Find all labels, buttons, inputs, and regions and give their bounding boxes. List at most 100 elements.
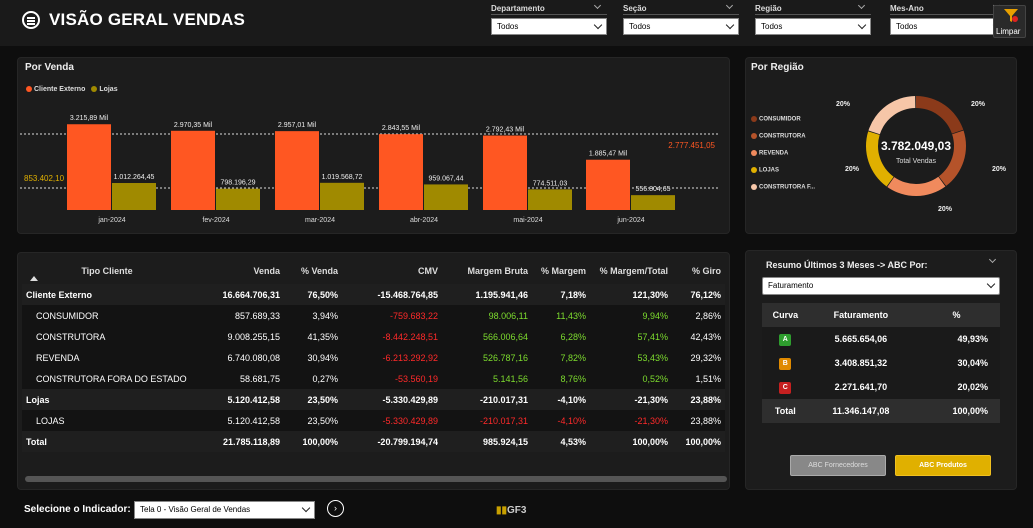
abc-pct-cell: 20,02%	[957, 382, 988, 392]
table-cell: 29,32%	[672, 347, 725, 368]
bar-value-label: 556.804,65	[635, 186, 670, 193]
abc-row[interactable]: B 3.408.851,32 30,04%	[762, 351, 1000, 375]
clear-filters-button[interactable]: Limpar	[993, 5, 1026, 38]
bar-lojas[interactable]	[528, 189, 572, 210]
region-legend-dot	[751, 116, 757, 122]
abc-title: Resumo Últimos 3 Meses -> ABC Por:	[766, 260, 928, 270]
abc-fornecedores-button[interactable]: ABC Fornecedores	[790, 455, 886, 476]
region-legend-item: CONSTRUTORA F...	[751, 184, 815, 201]
sales-bar-chart: 3.215,89 Mil 1.012.264,45 jan-2024 2.970,35…	[20, 115, 720, 224]
bar-lojas[interactable]	[320, 182, 364, 210]
table-header-row: Tipo Cliente Venda% Venda CMV Margem Bruta%…	[22, 258, 725, 284]
page-title: VISÃO GERAL VENDAS	[49, 10, 245, 29]
abc-total-value: 11.346.147,08	[832, 406, 890, 416]
table-cell: -20.799.194,74	[342, 431, 442, 452]
bar-externo[interactable]	[67, 124, 111, 210]
abc-table: Curva Faturamento% A 5.665.654,06 49,93% B 3.4…	[762, 303, 1000, 423]
table-row[interactable]: Total 21.785.118,89 100,00% -20.799.194,74 9…	[22, 431, 725, 452]
bar-lojas[interactable]	[631, 195, 675, 210]
bar-externo[interactable]	[586, 159, 630, 210]
next-circle-icon[interactable]: ›	[327, 500, 344, 517]
filter-label: Região	[755, 4, 782, 13]
region-legend-item: LOJAS	[751, 167, 815, 184]
horizontal-scrollbar[interactable]	[25, 476, 727, 482]
abc-value-cell: 2.271.641,70	[834, 382, 888, 392]
table-cell: 985.924,15	[442, 431, 532, 452]
table-cell: -210.017,31	[442, 410, 532, 431]
filter-divider	[755, 14, 871, 15]
table-cell: 21.785.118,89	[192, 431, 284, 452]
table-cell: 98.006,11	[442, 305, 532, 326]
column-header[interactable]: % Margem	[532, 258, 590, 284]
abc-total-row: Total 11.346.147,08 100,00%	[762, 399, 1000, 423]
table-cell: -4,10%	[532, 389, 590, 410]
menu-icon[interactable]	[22, 11, 40, 29]
sales-chart-title: Por Venda	[25, 62, 74, 73]
column-header[interactable]: % Margem/Total	[590, 258, 672, 284]
column-header[interactable]: % Venda	[284, 258, 342, 284]
bar-lojas[interactable]	[216, 188, 260, 210]
column-header[interactable]: Tipo Cliente	[22, 258, 192, 284]
x-axis-label: mar-2024	[305, 217, 335, 224]
table-cell: 9,94%	[590, 305, 672, 326]
table-cell: 23,88%	[672, 389, 725, 410]
abc-column-header: Curva	[772, 310, 799, 320]
region-legend-dot	[751, 167, 757, 173]
abc-pct-cell: 49,93%	[957, 334, 988, 344]
filter-select[interactable]: Todos	[755, 18, 871, 35]
region-legend-dot	[751, 150, 757, 156]
table-cell: 3,94%	[284, 305, 342, 326]
table-cell: 100,00%	[672, 431, 725, 452]
table-row[interactable]: LOJAS 5.120.412,58 23,50% -5.330.429,89 -210…	[22, 410, 725, 431]
abc-produtos-button[interactable]: ABC Produtos	[895, 455, 991, 476]
column-header[interactable]: Margem Bruta	[442, 258, 532, 284]
bar-value-label: 2.970,35 Mil	[174, 122, 213, 129]
table-row[interactable]: Cliente Externo 16.664.706,31 76,50% -15.46…	[22, 284, 725, 305]
curve-badge: A	[779, 333, 792, 346]
region-legend-label: LOJAS	[759, 167, 780, 174]
table-cell: 2,86%	[672, 305, 725, 326]
table-cell: 23,50%	[284, 410, 342, 431]
table-row[interactable]: Lojas 5.120.412,58 23,50% -5.330.429,89 -210…	[22, 389, 725, 410]
filter-select[interactable]: Todos	[890, 18, 1006, 35]
bar-externo[interactable]	[483, 135, 527, 210]
table-cell: -5.330.429,89	[342, 389, 442, 410]
region-legend-item: CONSTRUTORA	[751, 133, 815, 150]
bar-lojas[interactable]	[112, 183, 156, 210]
table-cell: 1,51%	[672, 368, 725, 389]
filter-select[interactable]: Todos	[491, 18, 607, 35]
table-row[interactable]: CONSTRUTORA FORA DO ESTADO 58.681,75 0,27%…	[22, 368, 725, 389]
abc-curve-cell: C	[762, 375, 809, 399]
table-row[interactable]: CONSTRUTORA 9.008.255,15 41,35% -8.442.248,…	[22, 326, 725, 347]
column-header[interactable]: CMV	[342, 258, 442, 284]
table-cell: -21,30%	[590, 389, 672, 410]
filter-divider	[623, 14, 739, 15]
bar-externo[interactable]	[379, 134, 423, 210]
abc-pct-cell: 30,04%	[957, 358, 988, 368]
bar-value-label: 2.957,01 Mil	[278, 122, 317, 129]
donut-slice[interactable]	[868, 96, 916, 135]
legend-label-lojas: Lojas	[99, 86, 118, 93]
table-cell: -6.213.292,92	[342, 347, 442, 368]
donut-slice[interactable]	[916, 96, 964, 134]
table-cell: 4,53%	[532, 431, 590, 452]
abc-row[interactable]: C 2.271.641,70 20,02%	[762, 375, 1000, 399]
table-cell: 9.008.255,15	[192, 326, 284, 347]
indicator-label: Selecione o Indicador:	[24, 504, 131, 515]
donut-slice[interactable]	[887, 176, 946, 196]
table-cell: 5.141,56	[442, 368, 532, 389]
table-row[interactable]: REVENDA 6.740.080,08 30,94% -6.213.292,92 52…	[22, 347, 725, 368]
bar-lojas[interactable]	[424, 184, 468, 210]
table-row[interactable]: CONSUMIDOR 857.689,33 3,94% -759.683,22 98.0…	[22, 305, 725, 326]
filter-select[interactable]: Todos	[623, 18, 739, 35]
indicator-select[interactable]: Tela 0 - Visão Geral de Vendas	[134, 501, 315, 519]
bar-externo[interactable]	[275, 131, 319, 210]
column-header[interactable]: % Giro	[672, 258, 725, 284]
curve-badge: B	[779, 357, 792, 370]
table-cell: 100,00%	[590, 431, 672, 452]
bar-externo[interactable]	[171, 130, 215, 210]
column-header[interactable]: Venda	[192, 258, 284, 284]
abc-row[interactable]: A 5.665.654,06 49,93%	[762, 327, 1000, 351]
abc-metric-select[interactable]: Faturamento	[762, 277, 1000, 295]
table-cell: 857.689,33	[192, 305, 284, 326]
